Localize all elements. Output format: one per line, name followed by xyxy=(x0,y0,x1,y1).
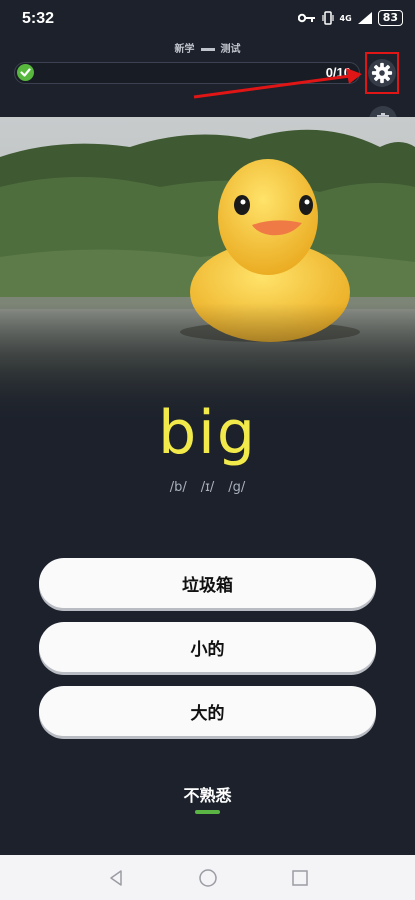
status-time: 5:32 xyxy=(22,10,55,27)
mode-title: 新学 测试 xyxy=(0,40,415,55)
network-label: 4G xyxy=(339,13,352,23)
word-image xyxy=(0,117,415,427)
check-icon xyxy=(17,64,34,81)
battery-indicator: 83 xyxy=(377,10,403,26)
system-nav-bar xyxy=(0,855,415,900)
option-button-3[interactable]: 大的 xyxy=(39,686,376,736)
unfamiliar-button[interactable]: 不熟悉 xyxy=(0,782,415,806)
target-word: big xyxy=(158,398,257,468)
mode-separator xyxy=(200,47,215,51)
recents-icon[interactable] xyxy=(291,869,309,887)
vibrate-icon xyxy=(321,11,334,25)
option-button-1[interactable]: 垃圾箱 xyxy=(39,558,376,608)
status-icons: 4G 83 xyxy=(297,10,403,26)
home-icon[interactable] xyxy=(198,868,218,888)
unfamiliar-underline xyxy=(195,810,220,814)
signal-icon xyxy=(357,12,372,24)
phoneme[interactable]: /b/ xyxy=(170,480,187,495)
status-bar: 5:32 4G 83 xyxy=(0,0,415,40)
back-icon[interactable] xyxy=(107,869,125,887)
mode-right-label: 测试 xyxy=(220,44,241,55)
phoneme[interactable]: /g/ xyxy=(228,480,245,495)
key-icon xyxy=(297,13,315,23)
phonetics: /b/ /ɪ/ /g/ xyxy=(0,480,415,495)
gear-icon xyxy=(371,62,393,84)
annotation-arrow xyxy=(193,68,362,99)
option-button-2[interactable]: 小的 xyxy=(39,622,376,672)
phoneme[interactable]: /ɪ/ xyxy=(201,480,215,495)
settings-button[interactable] xyxy=(365,52,399,94)
mode-left-label: 新学 xyxy=(174,44,195,55)
answer-options: 垃圾箱 小的 大的 xyxy=(39,558,376,750)
